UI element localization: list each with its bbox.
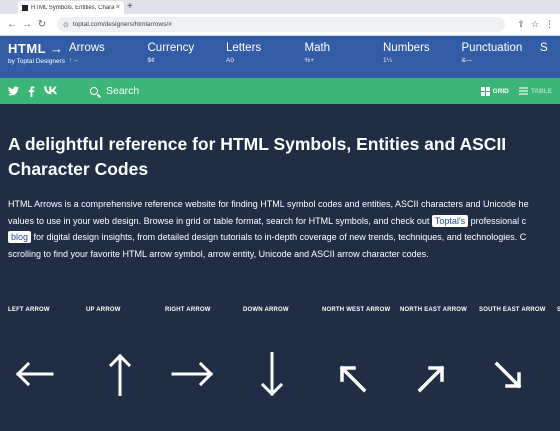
- arrow-card-north-west[interactable]: NORTH WEST ARROW: [322, 306, 400, 393]
- page-title: A delightful reference for HTML Symbols,…: [8, 134, 507, 179]
- arrow-card-south-east[interactable]: SOUTH EAST ARROW: [479, 306, 557, 389]
- category-name: Letters: [226, 42, 262, 54]
- tab-close-icon[interactable]: ×: [116, 4, 120, 11]
- intro-text: values to use in your web design. Browse…: [8, 215, 432, 226]
- category-symbols: &—: [461, 57, 473, 64]
- intro-line: blog for digital design insights, from d…: [8, 229, 552, 246]
- table-icon: [518, 87, 528, 95]
- facebook-icon[interactable]: [28, 85, 35, 97]
- intro-text: professional c: [468, 215, 527, 226]
- intro-text: for digital design insights, from detail…: [31, 232, 527, 242]
- tab-title: HTML Symbols, Entities, Chara: [31, 4, 114, 11]
- site-logo[interactable]: HTML → by Toptal Designers: [0, 36, 69, 78]
- category-punctuation[interactable]: Punctuation &—: [462, 36, 541, 78]
- south-east-arrow-icon: [494, 361, 522, 389]
- browser-toolbar: ← → ↻ ⊙ toptal.com/designers/htmlarrows/…: [0, 14, 560, 36]
- north-west-arrow-icon: [339, 365, 367, 393]
- logo-text: HTML →: [8, 41, 64, 56]
- intro-line: values to use in your web design. Browse…: [8, 213, 552, 230]
- intro-line: scrolling to find your favorite HTML arr…: [8, 248, 429, 259]
- arrow-label: DOWN ARROW: [243, 307, 289, 313]
- north-east-arrow-icon: [417, 365, 445, 393]
- table-label: TABLE: [530, 87, 552, 95]
- category-name: Arrows: [69, 42, 105, 54]
- main-content: A delightful reference for HTML Symbols,…: [0, 104, 560, 262]
- category-symbols: Aö: [226, 57, 234, 64]
- arrow-label: LEFT ARROW: [8, 307, 50, 313]
- left-arrow-icon: [15, 361, 54, 387]
- intro-line: HTML Arrows is a comprehensive reference…: [8, 199, 529, 209]
- category-name: Math: [304, 42, 331, 54]
- view-toggle: GRID TABLE: [480, 86, 552, 96]
- toptal-link[interactable]: Toptal's: [431, 214, 469, 227]
- arrow-label: RIGHT ARROW: [165, 307, 211, 313]
- category-symbols: ↑→: [69, 57, 79, 64]
- arrow-card-right[interactable]: RIGHT ARROW: [165, 306, 243, 387]
- search-field[interactable]: Search: [78, 85, 481, 97]
- category-letters[interactable]: Letters Aö: [226, 36, 305, 78]
- category-name: Numbers: [383, 42, 430, 54]
- down-arrow-icon: [260, 352, 284, 396]
- twitter-icon[interactable]: [8, 85, 19, 96]
- arrow-label: NORTH WEST ARROW: [322, 307, 391, 313]
- arrow-card-down[interactable]: DOWN ARROW: [243, 306, 321, 396]
- category-symbols: 1¼: [383, 57, 393, 64]
- category-math[interactable]: Math %+: [305, 36, 384, 78]
- category-partial[interactable]: S: [540, 36, 560, 78]
- blog-link[interactable]: blog: [8, 231, 32, 243]
- social-links: [8, 85, 78, 97]
- arrow-card-left[interactable]: LEFT ARROW: [8, 306, 86, 387]
- table-view-button[interactable]: TABLE: [518, 87, 552, 95]
- vk-icon[interactable]: [44, 85, 57, 95]
- address-bar[interactable]: ⊙ toptal.com/designers/htmlarrows/#: [57, 17, 506, 32]
- site-header: HTML → by Toptal Designers Arrows ↑→ Cur…: [0, 36, 560, 78]
- intro-paragraph: HTML Arrows is a comprehensive reference…: [8, 196, 552, 262]
- new-tab-button[interactable]: +: [127, 0, 133, 14]
- back-button[interactable]: ←: [6, 19, 18, 30]
- favicon-icon: [22, 4, 28, 11]
- category-nav: Arrows ↑→ Currency $¢ Letters Aö Math %+…: [69, 36, 560, 78]
- category-arrows[interactable]: Arrows ↑→: [69, 36, 148, 78]
- grid-label: GRID: [492, 87, 509, 95]
- url-text: toptal.com/designers/htmlarrows/#: [72, 21, 172, 28]
- right-arrow-icon: [171, 361, 213, 387]
- browser-tab-strip: HTML Symbols, Entities, Chara × +: [0, 0, 560, 14]
- category-name: Punctuation: [461, 42, 523, 54]
- category-symbols: %+: [304, 57, 315, 64]
- category-numbers[interactable]: Numbers 1¼: [383, 36, 462, 78]
- browser-menu-icon[interactable]: ⋮: [545, 19, 554, 30]
- arrow-card-up[interactable]: UP ARROW: [86, 306, 164, 396]
- arrow-card-north-east[interactable]: NORTH EAST ARROW: [400, 306, 478, 393]
- forward-button[interactable]: →: [21, 19, 33, 30]
- search-toolbar: Search GRID TABLE: [0, 78, 560, 104]
- logo-subtitle: by Toptal Designers: [8, 58, 65, 65]
- share-icon[interactable]: ⇪: [517, 19, 525, 30]
- reload-button[interactable]: ↻: [36, 19, 48, 30]
- arrow-label: NORTH EAST ARROW: [400, 307, 467, 313]
- category-currency[interactable]: Currency $¢: [148, 36, 227, 78]
- browser-tab[interactable]: HTML Symbols, Entities, Chara ×: [18, 1, 124, 14]
- bookmark-star-icon[interactable]: ☆: [531, 19, 539, 30]
- arrow-label: UP ARROW: [86, 307, 121, 313]
- site-info-icon[interactable]: ⊙: [63, 21, 69, 29]
- category-name: Currency: [147, 42, 195, 54]
- grid-icon: [480, 86, 490, 96]
- up-arrow-icon: [108, 353, 132, 396]
- search-icon: [90, 87, 98, 95]
- arrow-label: SOUTH EAST ARROW: [479, 307, 546, 313]
- category-symbols: $¢: [147, 57, 155, 64]
- grid-view-button[interactable]: GRID: [480, 86, 509, 96]
- search-placeholder: Search: [106, 85, 140, 97]
- category-name: S: [540, 42, 548, 54]
